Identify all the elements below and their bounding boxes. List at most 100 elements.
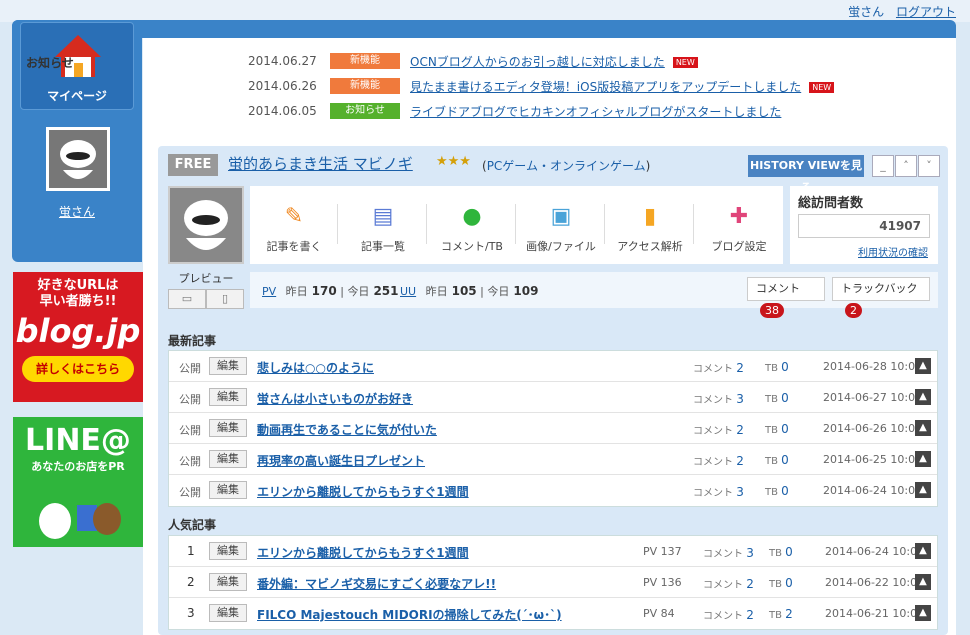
view-article-icon[interactable]: ▲ [915, 451, 931, 467]
article-title-link[interactable]: 動画再生であることに気が付いた [257, 421, 437, 438]
trackback-count-link[interactable]: 0 [785, 545, 793, 559]
blog-avatar[interactable] [168, 186, 244, 264]
trackback-count-link[interactable]: 0 [781, 453, 789, 467]
trackback-count: TB 0 [765, 391, 789, 405]
article-title-link[interactable]: 悲しみは○○のように [257, 359, 374, 376]
view-article-icon[interactable]: ▲ [915, 420, 931, 436]
comment-count-link[interactable]: 2 [736, 454, 744, 468]
trackback-count-link[interactable]: 0 [785, 576, 793, 590]
notice-link-text: OCNブログ人からのお引っ越しに対応しました [410, 55, 665, 69]
edit-button[interactable]: 編集 [209, 573, 247, 591]
history-view-button[interactable]: HISTORY VIEWを見る [748, 155, 864, 194]
view-article-icon[interactable]: ▲ [915, 605, 931, 621]
comment-count-link[interactable]: 2 [746, 577, 754, 591]
avatar[interactable] [46, 127, 110, 191]
preview-label: プレビュー [178, 272, 234, 285]
username-link[interactable]: 蛍さん [848, 5, 884, 19]
visitor-counter: 総訪問者数 41907 利用状況の確認 [790, 186, 938, 264]
sidebar-username[interactable]: 蛍さん [12, 203, 142, 220]
trackback-count: TB 2 [769, 607, 793, 621]
ad-blog-line1: 好きなURLは [37, 278, 119, 293]
comment-count-link[interactable]: 2 [736, 423, 744, 437]
article-title-link[interactable]: エリンから離脱してからもうすぐ1週間 [257, 544, 469, 561]
comment-count-link[interactable]: 3 [736, 485, 744, 499]
notice-date: 2014.06.05 [248, 104, 317, 118]
ad-line-brand: LINE@ [25, 423, 131, 458]
comment-button[interactable]: コメント 38 [747, 277, 825, 318]
notice-badge: お知らせ [330, 103, 400, 119]
view-article-icon[interactable]: ▲ [915, 482, 931, 498]
category-link[interactable]: PCゲーム・オンラインゲーム [487, 159, 646, 173]
blog-avatar-image [184, 200, 228, 250]
table-row: 公開 編集 動画再生であることに気が付いた コメント 2 TB 0 2014-06-26 … [169, 413, 937, 444]
tool-analytics[interactable]: ▮ アクセス解析 [606, 186, 694, 264]
comment-count-link[interactable]: 2 [736, 361, 744, 375]
pv-today: 251 [373, 284, 399, 298]
comment-count-link[interactable]: 3 [746, 546, 754, 560]
edit-button[interactable]: 編集 [209, 604, 247, 622]
notice-link[interactable]: ライブドアブログでヒカキンオフィシャルブログがスタートしました [410, 103, 781, 120]
uu-link[interactable]: UU [400, 285, 416, 298]
trackback-count-link[interactable]: 0 [781, 422, 789, 436]
avatar-image [60, 140, 96, 179]
edit-button[interactable]: 編集 [209, 419, 247, 437]
speech-bubble-icon: ● [462, 204, 482, 229]
article-title-link[interactable]: 蛍さんは小さいものがお好き [257, 390, 413, 407]
uu-yesterday: 105 [451, 284, 477, 298]
yesterday-label: 昨日 [425, 285, 448, 298]
blog-title-link[interactable]: 蛍的あらまき生活 マビノギ [228, 153, 413, 174]
view-article-icon[interactable]: ▲ [915, 543, 931, 559]
view-article-icon[interactable]: ▲ [915, 358, 931, 374]
desktop-preview-icon[interactable]: ▭ [168, 289, 206, 309]
trackback-count: TB 0 [769, 545, 793, 559]
notice-link[interactable]: 見たまま書けるエディタ登場！iOS版投稿アプリをアップデートしました NEW [410, 78, 835, 95]
edit-button[interactable]: 編集 [209, 481, 247, 499]
view-article-icon[interactable]: ▲ [915, 389, 931, 405]
notice-badge: 新機能 [330, 78, 400, 94]
article-date: 2014-06-24 10:00 [825, 545, 925, 558]
trackback-button-label: トラックバック [841, 282, 918, 295]
edit-button[interactable]: 編集 [209, 388, 247, 406]
chevron-down-icon[interactable]: ˅ [918, 155, 940, 177]
comment-count: コメント 3 [693, 485, 744, 499]
tool-article-list[interactable]: ▤ 記事一覧 [339, 186, 427, 264]
tool-images[interactable]: ▣ 画像/ファイル [517, 186, 605, 264]
edit-button[interactable]: 編集 [209, 357, 247, 375]
view-article-icon[interactable]: ▲ [915, 574, 931, 590]
edit-button[interactable]: 編集 [209, 450, 247, 468]
trackback-count-link[interactable]: 0 [781, 360, 789, 374]
tool-write-article[interactable]: ✎ 記事を書く [250, 186, 338, 264]
article-title-link[interactable]: 再現率の高い誕生日プレゼント [257, 452, 425, 469]
pv-link[interactable]: PV [262, 285, 276, 298]
publish-status: 公開 [179, 362, 201, 375]
minimize-button[interactable]: _ [872, 155, 894, 177]
table-row: 公開 編集 蛍さんは小さいものがお好き コメント 3 TB 0 2014-06-27 10… [169, 382, 937, 413]
notice-link[interactable]: OCNブログ人からのお引っ越しに対応しました NEW [410, 53, 698, 70]
tool-settings[interactable]: ✚ ブログ設定 [695, 186, 783, 264]
publish-status: 公開 [179, 486, 201, 499]
logout-link[interactable]: ログアウト [896, 5, 956, 19]
usage-link[interactable]: 利用状況の確認 [858, 244, 928, 259]
article-title-link[interactable]: エリンから離脱してからもうすぐ1週間 [257, 483, 469, 500]
trackback-button[interactable]: トラックバック 2 [832, 277, 930, 318]
article-title-link[interactable]: 番外編：マビノギ交易にすごく必要なアレ!! [257, 575, 496, 592]
tool-comments[interactable]: ● コメント/TB [428, 186, 516, 264]
mobile-preview-icon[interactable]: ▯ [206, 289, 244, 309]
new-badge: NEW [672, 57, 698, 68]
article-date: 2014-06-27 10:00 [823, 391, 923, 404]
article-title-link[interactable]: FILCO Majestouch MIDORIの掃除してみた(´･ω･`) [257, 606, 562, 623]
line-at-ad[interactable]: LINE@ あなたのお店をPR [13, 417, 143, 547]
pageview-count: PV 137 [643, 545, 682, 558]
edit-button[interactable]: 編集 [209, 542, 247, 560]
comment-count-link[interactable]: 3 [736, 392, 744, 406]
comment-count-link[interactable]: 2 [746, 608, 754, 622]
comment-count: コメント 2 [703, 608, 754, 622]
blog-category: (PCゲーム・オンラインゲーム) [482, 159, 651, 173]
trackback-count-link[interactable]: 0 [781, 391, 789, 405]
blog-jp-ad[interactable]: 好きなURLは 早い者勝ち!! blog.jp 詳しくはこちら [13, 272, 143, 402]
ad-blog-button[interactable]: 詳しくはこちら [22, 356, 134, 382]
trackback-count-link[interactable]: 2 [785, 607, 793, 621]
trackback-count-link[interactable]: 0 [781, 484, 789, 498]
chevron-up-icon[interactable]: ˄ [895, 155, 917, 177]
pencil-icon: ✎ [284, 204, 304, 229]
